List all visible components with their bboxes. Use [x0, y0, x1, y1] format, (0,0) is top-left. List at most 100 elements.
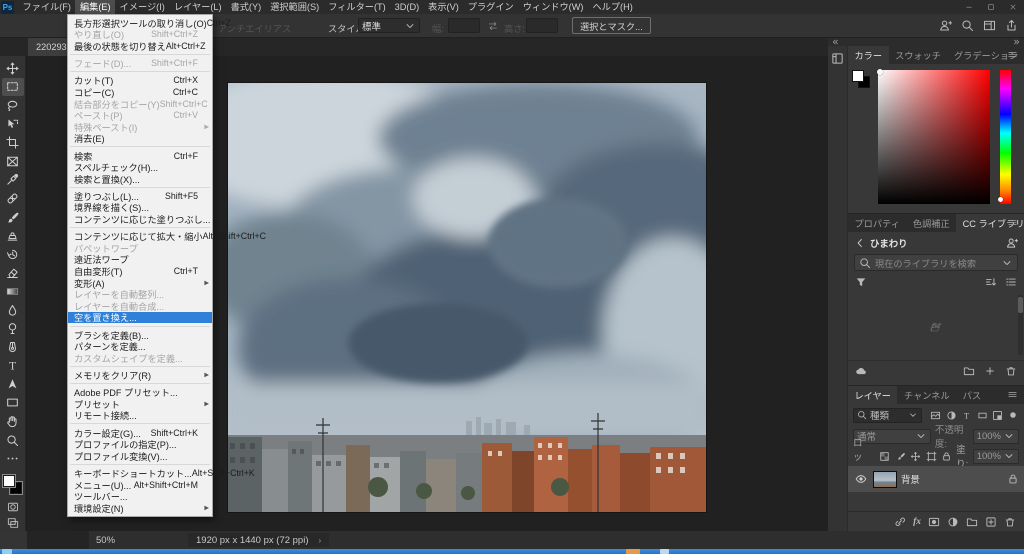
folder-icon[interactable]	[966, 516, 978, 528]
blur-tool[interactable]	[2, 301, 24, 320]
brush-tool[interactable]	[2, 208, 24, 227]
sort-icon[interactable]	[985, 276, 997, 288]
spot-healing-brush-tool[interactable]	[2, 189, 24, 208]
panel-tab[interactable]: スウォッチ	[889, 46, 948, 64]
fx-icon[interactable]: fx	[913, 517, 921, 527]
adjustment-icon[interactable]	[946, 410, 957, 421]
lock-all-icon[interactable]	[941, 451, 952, 462]
panel-menu-icon[interactable]	[1007, 389, 1018, 400]
eye-icon[interactable]	[853, 473, 869, 485]
object-selection-tool[interactable]	[2, 115, 24, 134]
lock-paint-icon[interactable]	[895, 451, 906, 462]
screen-mode-icon[interactable]	[2, 515, 24, 531]
move-tool[interactable]	[2, 59, 24, 78]
lasso-tool[interactable]	[2, 96, 24, 115]
cloud-icon[interactable]	[855, 365, 867, 377]
menubar-item[interactable]: 書式(Y)	[226, 0, 266, 14]
zoom-level[interactable]: 50%	[96, 535, 115, 546]
expand-dock-icon[interactable]	[1013, 38, 1021, 46]
scrollbar[interactable]	[1018, 295, 1023, 355]
chevron-down-icon[interactable]	[1001, 257, 1013, 269]
adjustment-icon[interactable]	[947, 516, 959, 528]
collapse-dock-icon[interactable]	[831, 38, 839, 46]
style-select[interactable]: 標準	[358, 18, 420, 33]
menu-item[interactable]: コンテンツに応じた塗りつぶし...	[68, 213, 212, 225]
menu-item[interactable]: リモート接続...	[68, 410, 212, 422]
layer-row-background[interactable]: 背景	[848, 466, 1024, 492]
back-chevron-icon[interactable]	[854, 237, 866, 249]
opacity-value[interactable]: 100%	[973, 429, 1019, 444]
menu-item[interactable]: 検索と置換(X)...	[68, 173, 212, 185]
menubar-item[interactable]: 編集(E)	[75, 0, 115, 14]
menu-item[interactable]: カスタムシェイプを定義...	[68, 352, 212, 364]
library-search-input[interactable]: 現在のライブラリを検索	[854, 254, 1018, 271]
menubar-item[interactable]: ファイル(F)	[18, 0, 75, 14]
search-icon[interactable]	[961, 19, 974, 32]
view-list-icon[interactable]	[1005, 276, 1017, 288]
lock-transparent-icon[interactable]	[879, 451, 890, 462]
panel-tab[interactable]: レイヤー	[848, 386, 897, 404]
eyedropper-tool[interactable]	[2, 171, 24, 190]
maximize-button[interactable]	[980, 0, 1002, 14]
menu-item[interactable]: 消去(E)	[68, 133, 212, 145]
menubar-item[interactable]: イメージ(I)	[115, 0, 169, 14]
menu-item[interactable]: 環境設定(N)	[68, 502, 212, 514]
user-plus-icon[interactable]	[1006, 237, 1018, 249]
status-chevron-icon[interactable]: ›	[319, 536, 322, 545]
menubar-item[interactable]: ヘルプ(H)	[588, 0, 637, 14]
select-and-mask-button[interactable]: 選択とマスク...	[572, 17, 651, 34]
pen-tool[interactable]	[2, 338, 24, 357]
foreground-color-swatch[interactable]	[3, 475, 15, 487]
layer-kind-filter[interactable]: 種類	[853, 408, 922, 423]
panel-tab[interactable]: プロパティ	[848, 214, 906, 232]
height-input[interactable]	[526, 18, 558, 33]
add-icon[interactable]	[984, 365, 996, 377]
filter-toggle-icon[interactable]	[1007, 409, 1019, 421]
swap-dimensions-icon[interactable]	[487, 20, 499, 32]
hand-tool[interactable]	[2, 412, 24, 431]
zoom-tool[interactable]	[2, 431, 24, 450]
foreground-color-swatch[interactable]	[852, 70, 864, 82]
minimize-button[interactable]	[958, 0, 980, 14]
trash-icon[interactable]	[1005, 365, 1017, 377]
panel-tab[interactable]: 色調補正	[906, 214, 956, 232]
menubar-item[interactable]: 選択範囲(S)	[266, 0, 324, 14]
menubar-item[interactable]: プラグイン	[463, 0, 518, 14]
menu-item[interactable]: メモリをクリア(R)	[68, 369, 212, 381]
gradient-tool[interactable]	[2, 282, 24, 301]
rectangle-tool[interactable]	[2, 394, 24, 413]
share-icon[interactable]	[1005, 19, 1018, 32]
menu-item[interactable]: フェード(D)... Shift+Ctrl+F	[68, 57, 212, 69]
menubar-item[interactable]: フィルター(T)	[324, 0, 390, 14]
edit-toolbar-icon[interactable]	[2, 449, 24, 468]
close-button[interactable]	[1002, 0, 1024, 14]
document-info[interactable]: 1920 px x 1440 px (72 ppi) ›	[188, 533, 329, 547]
panel-menu-icon[interactable]	[1007, 49, 1018, 60]
folder-icon[interactable]	[963, 365, 975, 377]
photo-canvas[interactable]	[228, 83, 706, 512]
crop-tool[interactable]	[2, 133, 24, 152]
color-swatches[interactable]	[2, 474, 24, 499]
menubar-item[interactable]: レイヤー(L)	[169, 0, 226, 14]
panel-tab[interactable]: カラー	[848, 46, 889, 64]
hue-slider[interactable]	[1000, 70, 1011, 204]
frame-tool[interactable]	[2, 152, 24, 171]
menu-item[interactable]: プロファイル変換(V)...	[68, 450, 212, 462]
mask-icon[interactable]	[928, 516, 940, 528]
panel-tab[interactable]: パス	[956, 386, 987, 404]
new-layer-icon[interactable]	[985, 516, 997, 528]
smart-object-filter-icon[interactable]	[992, 410, 1003, 421]
funnel-icon[interactable]	[855, 276, 867, 288]
menubar-item[interactable]: 表示(V)	[424, 0, 464, 14]
pixel-layer-filter-icon[interactable]	[930, 410, 941, 421]
collapsed-panel-icon[interactable]	[831, 52, 844, 65]
rectangular-marquee-tool[interactable]	[2, 78, 24, 97]
clone-stamp-tool[interactable]	[2, 226, 24, 245]
menu-item[interactable]: 空を置き換え...	[68, 312, 212, 324]
path-selection-tool[interactable]	[2, 375, 24, 394]
menubar-item[interactable]: 3D(D)	[390, 0, 424, 14]
workspace-icon[interactable]	[983, 19, 996, 32]
layer-thumbnail[interactable]	[873, 471, 897, 488]
color-field[interactable]	[878, 70, 990, 204]
history-brush-tool[interactable]	[2, 245, 24, 264]
